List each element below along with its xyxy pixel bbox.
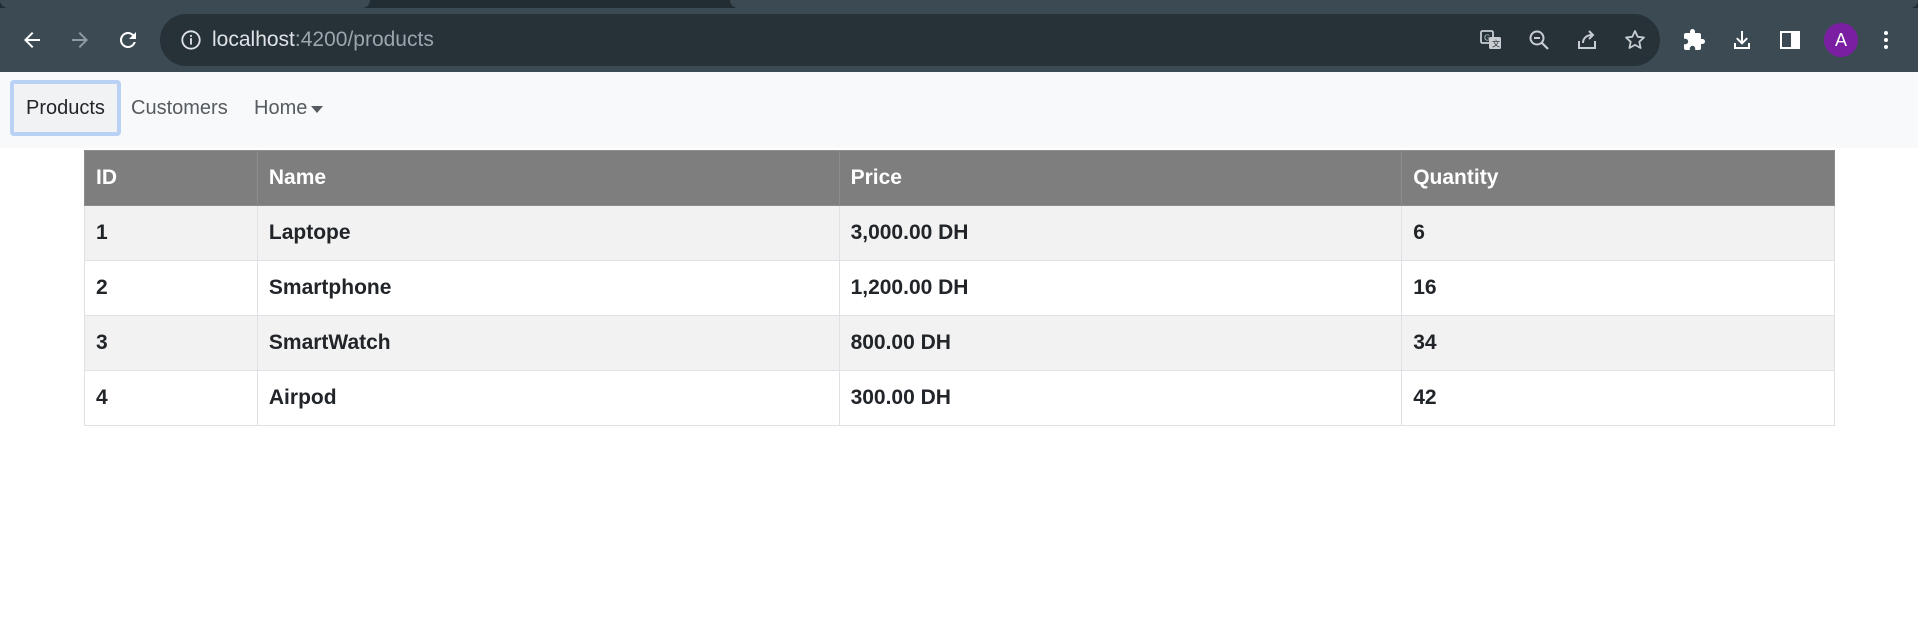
profile-avatar[interactable]: A bbox=[1824, 23, 1858, 57]
cell-price: 300.00 DH bbox=[838, 370, 1403, 426]
svg-text:G: G bbox=[1484, 34, 1490, 43]
cell-id: 1 bbox=[84, 205, 258, 261]
cell-price: 800.00 DH bbox=[838, 315, 1403, 371]
column-header-price: Price bbox=[838, 150, 1403, 206]
nav-products[interactable]: Products bbox=[10, 80, 121, 136]
column-header-name: Name bbox=[256, 150, 840, 206]
arrow-left-icon bbox=[24, 32, 40, 48]
inactive-tab[interactable] bbox=[730, 0, 1918, 8]
share-icon bbox=[1578, 30, 1596, 49]
share-button[interactable] bbox=[1574, 27, 1600, 53]
app-navbar: Products Customers Home bbox=[0, 72, 1918, 148]
info-icon[interactable] bbox=[180, 29, 202, 51]
address-bar[interactable]: localhost:4200/products G文 bbox=[160, 14, 1660, 66]
star-icon bbox=[1625, 30, 1645, 49]
puzzle-icon bbox=[1684, 29, 1705, 50]
column-header-quantity: Quantity bbox=[1401, 150, 1835, 206]
translate-button[interactable]: G文 bbox=[1478, 27, 1504, 53]
table-header-row: ID Name Price Quantity bbox=[84, 150, 1835, 206]
active-tab[interactable] bbox=[0, 0, 370, 8]
nav-home-label: Home bbox=[254, 96, 308, 119]
side-panel-button[interactable] bbox=[1772, 22, 1808, 58]
cell-price: 3,000.00 DH bbox=[838, 205, 1403, 261]
nav-customers[interactable]: Customers bbox=[119, 80, 240, 136]
zoom-button[interactable] bbox=[1526, 27, 1552, 53]
download-icon bbox=[1734, 31, 1750, 49]
url-host: localhost bbox=[212, 28, 295, 51]
cell-name: SmartWatch bbox=[256, 315, 840, 371]
cell-quantity: 34 bbox=[1401, 315, 1835, 371]
kebab-menu-icon bbox=[1884, 31, 1888, 49]
svg-text:文: 文 bbox=[1492, 39, 1500, 49]
bookmark-button[interactable] bbox=[1622, 27, 1648, 53]
cell-id: 4 bbox=[84, 370, 258, 426]
zoom-out-icon bbox=[1529, 30, 1549, 50]
table-row: 4 Airpod 300.00 DH 42 bbox=[84, 370, 1835, 426]
extensions-button[interactable] bbox=[1676, 22, 1712, 58]
cell-name: Laptope bbox=[256, 205, 840, 261]
column-header-id: ID bbox=[84, 150, 258, 206]
translate-icon: G文 bbox=[1480, 30, 1501, 49]
url-text[interactable]: localhost:4200/products bbox=[212, 28, 434, 52]
reload-button[interactable] bbox=[110, 22, 146, 58]
downloads-button[interactable] bbox=[1724, 22, 1760, 58]
cell-quantity: 6 bbox=[1401, 205, 1835, 261]
caret-down-icon bbox=[311, 105, 324, 113]
table-row: 1 Laptope 3,000.00 DH 6 bbox=[84, 205, 1835, 261]
browser-toolbar: localhost:4200/products G文 A bbox=[0, 8, 1918, 72]
browser-menu-button[interactable] bbox=[1868, 22, 1904, 58]
cell-quantity: 16 bbox=[1401, 260, 1835, 316]
side-panel-icon bbox=[1780, 31, 1800, 49]
cell-id: 3 bbox=[84, 315, 258, 371]
back-button[interactable] bbox=[14, 22, 50, 58]
cell-id: 2 bbox=[84, 260, 258, 316]
forward-button[interactable] bbox=[62, 22, 98, 58]
nav-customers-label: Customers bbox=[131, 96, 228, 119]
products-table: ID Name Price Quantity 1 Laptope 3,000.0… bbox=[84, 150, 1835, 426]
cell-name: Smartphone bbox=[256, 260, 840, 316]
cell-name: Airpod bbox=[256, 370, 840, 426]
url-path: :4200/products bbox=[294, 28, 434, 51]
table-row: 2 Smartphone 1,200.00 DH 16 bbox=[84, 260, 1835, 316]
cell-price: 1,200.00 DH bbox=[838, 260, 1403, 316]
table-row: 3 SmartWatch 800.00 DH 34 bbox=[84, 315, 1835, 371]
cell-quantity: 42 bbox=[1401, 370, 1835, 426]
nav-home-dropdown[interactable]: Home bbox=[242, 80, 335, 136]
arrow-right-icon bbox=[72, 32, 88, 48]
nav-products-label: Products bbox=[26, 96, 105, 119]
reload-icon bbox=[120, 31, 136, 48]
